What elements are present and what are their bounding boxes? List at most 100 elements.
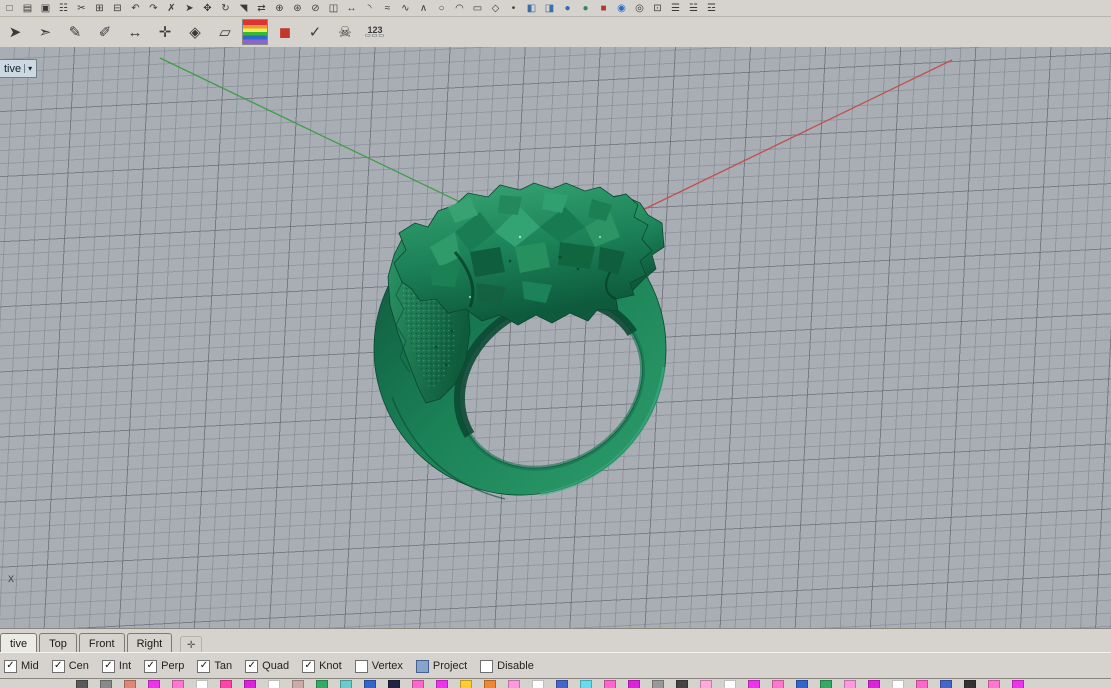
status-icon[interactable] — [196, 679, 208, 688]
mirror-icon[interactable]: ⇄ — [254, 2, 269, 15]
status-icon[interactable] — [76, 679, 88, 688]
copy-icon[interactable]: ⊞ — [92, 2, 107, 15]
osnap-toggle[interactable]: Mid — [4, 659, 39, 673]
check-icon[interactable]: ✓ — [302, 19, 328, 45]
ring-model[interactable] — [373, 182, 667, 500]
status-icon[interactable] — [604, 679, 616, 688]
status-icon[interactable] — [652, 679, 664, 688]
cylinder-icon[interactable]: ● — [578, 2, 593, 15]
status-icon[interactable] — [892, 679, 904, 688]
open-file-icon[interactable]: ▤ — [20, 2, 35, 15]
paste-icon[interactable]: ⊟ — [110, 2, 125, 15]
checkbox-icon[interactable] — [354, 659, 368, 673]
viewport-title-tab[interactable]: tive ▾ — [0, 59, 38, 78]
zoom-extents-icon[interactable]: ⊡ — [650, 2, 665, 15]
cplane-icon[interactable]: ▱ — [212, 19, 238, 45]
status-icon[interactable] — [484, 679, 496, 688]
sketch-pen-icon[interactable]: ✎ — [62, 19, 88, 45]
checkbox-icon[interactable] — [197, 659, 211, 673]
scale-icon[interactable]: ◥ — [236, 2, 251, 15]
gumball-icon[interactable]: ◈ — [182, 19, 208, 45]
arc-icon[interactable]: ◠ — [452, 2, 467, 15]
redo-icon[interactable]: ↷ — [146, 2, 161, 15]
status-icon[interactable] — [556, 679, 568, 688]
render-cube-icon[interactable]: ◼ — [272, 19, 298, 45]
cut-icon[interactable]: ✂ — [74, 2, 89, 15]
pan-crosshair-icon[interactable]: ✛ — [152, 19, 178, 45]
point-icon[interactable]: • — [506, 2, 521, 15]
dimension-icon[interactable]: ↔ — [122, 19, 148, 45]
wireframe-view-icon[interactable]: ◎ — [632, 2, 647, 15]
viewport-tab[interactable]: Top — [39, 633, 77, 653]
status-icon[interactable] — [724, 679, 736, 688]
status-icon[interactable] — [580, 679, 592, 688]
osnap-toggle[interactable]: Project — [415, 659, 467, 673]
osnap-toggle[interactable]: Knot — [302, 659, 342, 673]
extend-icon[interactable]: ↔ — [344, 2, 359, 15]
status-icon[interactable] — [412, 679, 424, 688]
status-icon[interactable] — [148, 679, 160, 688]
new-viewport-tab-button[interactable]: ✛ — [180, 636, 203, 653]
circle-icon[interactable]: ○ — [434, 2, 449, 15]
status-icon[interactable] — [436, 679, 448, 688]
viewport-tab[interactable]: tive — [0, 633, 38, 653]
status-icon[interactable] — [772, 679, 784, 688]
skull-icon[interactable]: ☠ — [332, 19, 358, 45]
status-icon[interactable] — [748, 679, 760, 688]
status-icon[interactable] — [388, 679, 400, 688]
status-icon[interactable] — [268, 679, 280, 688]
analysis-rainbow-icon[interactable] — [242, 19, 268, 45]
split-icon[interactable]: ◫ — [326, 2, 341, 15]
viewport-menu-arrow-icon[interactable]: ▾ — [24, 64, 32, 73]
move-icon[interactable]: ✥ — [200, 2, 215, 15]
checkbox-icon[interactable] — [144, 659, 158, 673]
flag-direction-icon[interactable]: ➣ — [32, 19, 58, 45]
checkbox-icon[interactable] — [51, 659, 65, 673]
checkbox-icon[interactable] — [480, 659, 494, 673]
osnap-toggle[interactable]: Perp — [144, 659, 184, 673]
status-icon[interactable] — [820, 679, 832, 688]
box-icon[interactable]: ■ — [596, 2, 611, 15]
join-icon[interactable]: ⊕ — [272, 2, 287, 15]
shaded-view-icon[interactable]: ◉ — [614, 2, 629, 15]
loft-icon[interactable]: ◨ — [542, 2, 557, 15]
status-icon[interactable] — [676, 679, 688, 688]
status-icon[interactable] — [508, 679, 520, 688]
checkbox-icon[interactable] — [302, 659, 316, 673]
status-icon[interactable] — [700, 679, 712, 688]
polyline-icon[interactable]: ∧ — [416, 2, 431, 15]
print-icon[interactable]: ☷ — [56, 2, 71, 15]
checkbox-icon[interactable] — [245, 659, 259, 673]
properties-icon[interactable]: ☱ — [686, 2, 701, 15]
status-icon[interactable] — [244, 679, 256, 688]
status-icon[interactable] — [364, 679, 376, 688]
status-icon[interactable] — [988, 679, 1000, 688]
new-file-icon[interactable]: □ — [2, 2, 17, 15]
options-icon[interactable]: ☲ — [704, 2, 719, 15]
point-numbers-icon[interactable]: 123 ▭▭▭ — [362, 19, 388, 45]
status-icon[interactable] — [340, 679, 352, 688]
status-icon[interactable] — [940, 679, 952, 688]
status-icon[interactable] — [124, 679, 136, 688]
osnap-toggle[interactable]: Int — [101, 659, 131, 673]
status-icon[interactable] — [460, 679, 472, 688]
status-icon[interactable] — [916, 679, 928, 688]
status-icon[interactable] — [1012, 679, 1024, 688]
rectangle-icon[interactable]: ▭ — [470, 2, 485, 15]
status-icon[interactable] — [868, 679, 880, 688]
status-icon[interactable] — [532, 679, 544, 688]
status-icon[interactable] — [628, 679, 640, 688]
explode-icon[interactable]: ⊛ — [290, 2, 305, 15]
status-icon[interactable] — [844, 679, 856, 688]
checkbox-icon[interactable] — [4, 659, 17, 673]
polygon-icon[interactable]: ◇ — [488, 2, 503, 15]
osnap-toggle[interactable]: Tan — [197, 659, 232, 673]
status-icon[interactable] — [796, 679, 808, 688]
sphere-icon[interactable]: ● — [560, 2, 575, 15]
status-icon[interactable] — [220, 679, 232, 688]
layers-icon[interactable]: ☰ — [668, 2, 683, 15]
status-icon[interactable] — [964, 679, 976, 688]
status-icon[interactable] — [100, 679, 112, 688]
viewport-tab[interactable]: Right — [126, 633, 173, 653]
osnap-toggle[interactable]: Quad — [245, 659, 289, 673]
